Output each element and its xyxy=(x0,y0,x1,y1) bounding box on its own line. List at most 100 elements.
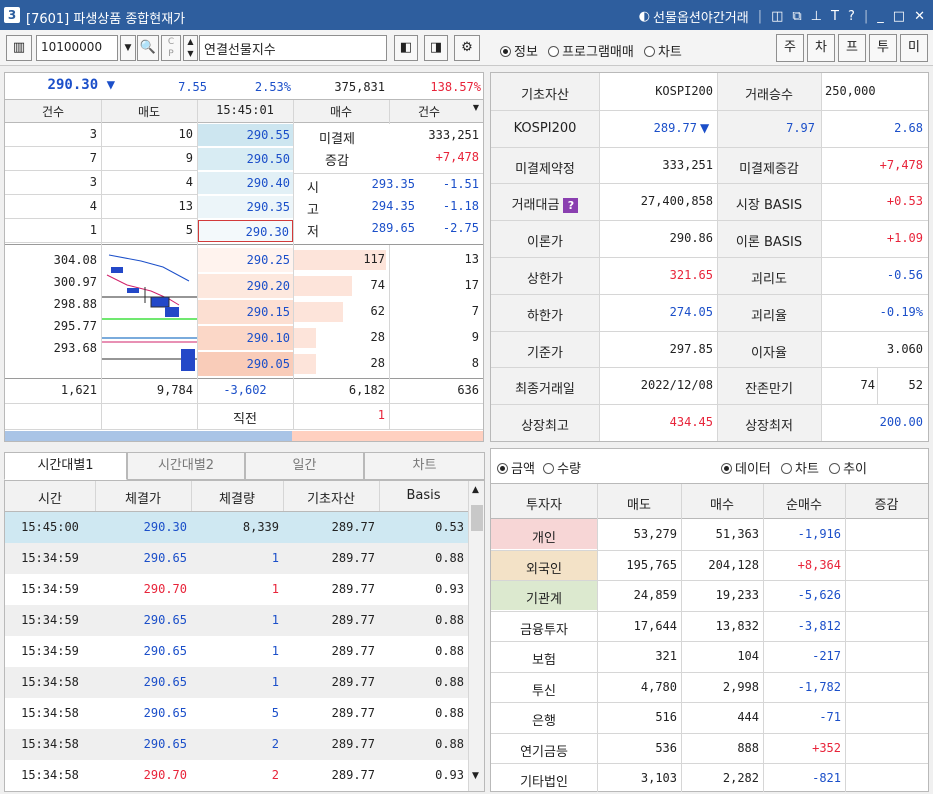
radio-amount[interactable]: 금액 xyxy=(497,462,535,477)
tab-daily[interactable]: 일간 xyxy=(245,452,364,480)
info-value: 434.45 xyxy=(669,415,713,429)
trades-scrollbar[interactable]: ▲ ▼ xyxy=(468,481,484,791)
investor-column-header[interactable]: 순매수 xyxy=(763,494,845,513)
bid-count: 7 xyxy=(471,304,479,318)
trade-time: 15:34:59 xyxy=(21,551,79,565)
info-label: 잔존만기 xyxy=(745,382,793,397)
investor-name[interactable]: 기타법인 xyxy=(491,771,597,790)
side-button-oi[interactable]: 미 xyxy=(900,34,928,62)
investor-column-header[interactable]: 증감 xyxy=(845,494,928,513)
trade-qty: 1 xyxy=(271,675,279,689)
trade-basis: 0.88 xyxy=(435,644,464,658)
gear-icon[interactable]: ⚙ xyxy=(454,35,480,61)
tab-time-1[interactable]: 시간대별1 xyxy=(4,452,127,480)
trade-qty: 1 xyxy=(271,582,279,596)
mini-candle-chart xyxy=(101,254,197,371)
trades-column-header[interactable]: Basis xyxy=(379,488,468,503)
radio-data[interactable]: 데이터 xyxy=(721,462,771,477)
trade-price: 290.65 xyxy=(143,644,187,658)
night-trading-label[interactable]: 선물옵션야간거래 xyxy=(653,7,749,26)
investor-net: -71 xyxy=(819,710,841,724)
side-button-program[interactable]: 프 xyxy=(838,34,866,62)
info-label: 기초자산 xyxy=(521,88,569,103)
radio-program[interactable]: 프로그램매매 xyxy=(548,45,634,60)
investor-name[interactable]: 투신 xyxy=(491,680,597,699)
investor-column-header[interactable]: 투자자 xyxy=(491,494,597,513)
ask-price[interactable]: 290.30 xyxy=(198,220,293,242)
trades-column-header[interactable]: 시간 xyxy=(5,488,95,507)
popout-icon[interactable]: ⧉ xyxy=(792,9,801,24)
bid-price[interactable]: 290.10 xyxy=(198,326,293,350)
bid-price[interactable]: 290.05 xyxy=(198,352,293,376)
oi-change-value: +7,478 xyxy=(435,150,479,164)
investor-name[interactable]: 연기금등 xyxy=(491,741,597,760)
restore-icon[interactable]: ◫ xyxy=(771,9,783,24)
row-divider xyxy=(491,110,928,111)
investor-name[interactable]: 은행 xyxy=(491,710,597,729)
info-label: 상장최고 xyxy=(521,419,569,434)
tab-time-2[interactable]: 시간대별2 xyxy=(127,452,245,480)
toolbar: ▥ 10100000 ▼ 🔍 CP ▲ ▼ 연결선물지수 ◧ ◨ ⚙ 정보 프로그… xyxy=(0,30,933,66)
trades-column-header[interactable]: 기초자산 xyxy=(283,488,379,507)
side-button-investor[interactable]: 투 xyxy=(869,34,897,62)
spin-icon[interactable]: ▲ ▼ xyxy=(183,35,198,61)
scroll-thumb[interactable] xyxy=(471,505,483,531)
menu-grid-icon[interactable]: ▥ xyxy=(6,35,32,61)
trades-column-header[interactable]: 체결가 xyxy=(95,488,191,507)
ask-price[interactable]: 290.40 xyxy=(198,172,293,194)
tab-chart[interactable]: 차트 xyxy=(364,452,485,480)
search-icon[interactable]: 🔍 xyxy=(137,35,159,61)
instrument-name-field[interactable]: 연결선물지수 xyxy=(199,35,387,61)
radio-chart-view[interactable]: 차트 xyxy=(781,462,819,477)
radio-chart[interactable]: 차트 xyxy=(643,45,682,60)
side-button-stock[interactable]: 주 xyxy=(776,34,804,62)
night-moon-icon: ◐ xyxy=(638,9,651,24)
code-dropdown-icon[interactable]: ▼ xyxy=(120,35,136,61)
investor-column-header[interactable]: 매도 xyxy=(597,494,681,513)
font-icon[interactable]: T xyxy=(831,9,839,24)
info-label: 미결제약정 xyxy=(515,162,575,177)
radio-quantity[interactable]: 수량 xyxy=(543,462,581,477)
cp-toggle-icon[interactable]: CP xyxy=(161,35,181,61)
radio-info[interactable]: 정보 xyxy=(500,45,538,60)
investor-name[interactable]: 금융투자 xyxy=(491,619,597,638)
info-value: 27,400,858 xyxy=(640,194,713,208)
row-divider xyxy=(491,702,928,703)
layout-left-icon[interactable]: ◧ xyxy=(394,35,418,61)
minimize-icon[interactable]: _ xyxy=(877,9,884,24)
investor-buy: 19,233 xyxy=(715,588,759,602)
pin-icon[interactable]: ⊥ xyxy=(811,9,822,24)
investor-name[interactable]: 보험 xyxy=(491,649,597,668)
investor-net: -217 xyxy=(812,649,841,663)
investor-name[interactable]: 외국인 xyxy=(491,558,597,577)
trades-column-header[interactable]: 체결량 xyxy=(191,488,283,507)
maximize-icon[interactable]: □ xyxy=(893,9,905,24)
trade-time: 15:34:58 xyxy=(21,737,79,751)
volume-ratio: 138.57% xyxy=(430,80,481,94)
ask-price[interactable]: 290.55 xyxy=(198,124,293,146)
radio-trend[interactable]: 추이 xyxy=(829,462,867,477)
price-change: 7.55 xyxy=(178,80,207,94)
investor-name[interactable]: 기관계 xyxy=(491,588,597,607)
trade-time: 15:34:59 xyxy=(21,613,79,627)
info-value: 290.86 xyxy=(669,231,713,245)
scroll-down-icon[interactable]: ▼ xyxy=(472,771,479,781)
investor-name[interactable]: 개인 xyxy=(491,527,597,546)
side-button-chart[interactable]: 차 xyxy=(807,34,835,62)
bid-price[interactable]: 290.25 xyxy=(198,248,293,272)
oi-label: 미결제 xyxy=(319,132,355,147)
close-icon[interactable]: ✕ xyxy=(914,9,925,24)
bid-price[interactable]: 290.20 xyxy=(198,274,293,298)
help-icon[interactable]: ? xyxy=(563,198,579,213)
help-icon[interactable]: ? xyxy=(848,9,855,24)
ask-price[interactable]: 290.50 xyxy=(198,148,293,170)
price-level: 300.97 xyxy=(53,275,97,289)
code-input[interactable]: 10100000 xyxy=(36,35,118,61)
investor-net: +352 xyxy=(812,740,841,755)
scroll-up-icon[interactable]: ▲ xyxy=(472,485,479,495)
layout-split-icon[interactable]: ◨ xyxy=(424,35,448,61)
ask-price[interactable]: 290.35 xyxy=(198,196,293,218)
bid-price[interactable]: 290.15 xyxy=(198,300,293,324)
header-dropdown-icon[interactable]: ▼ xyxy=(469,103,483,112)
investor-column-header[interactable]: 매수 xyxy=(681,494,763,513)
